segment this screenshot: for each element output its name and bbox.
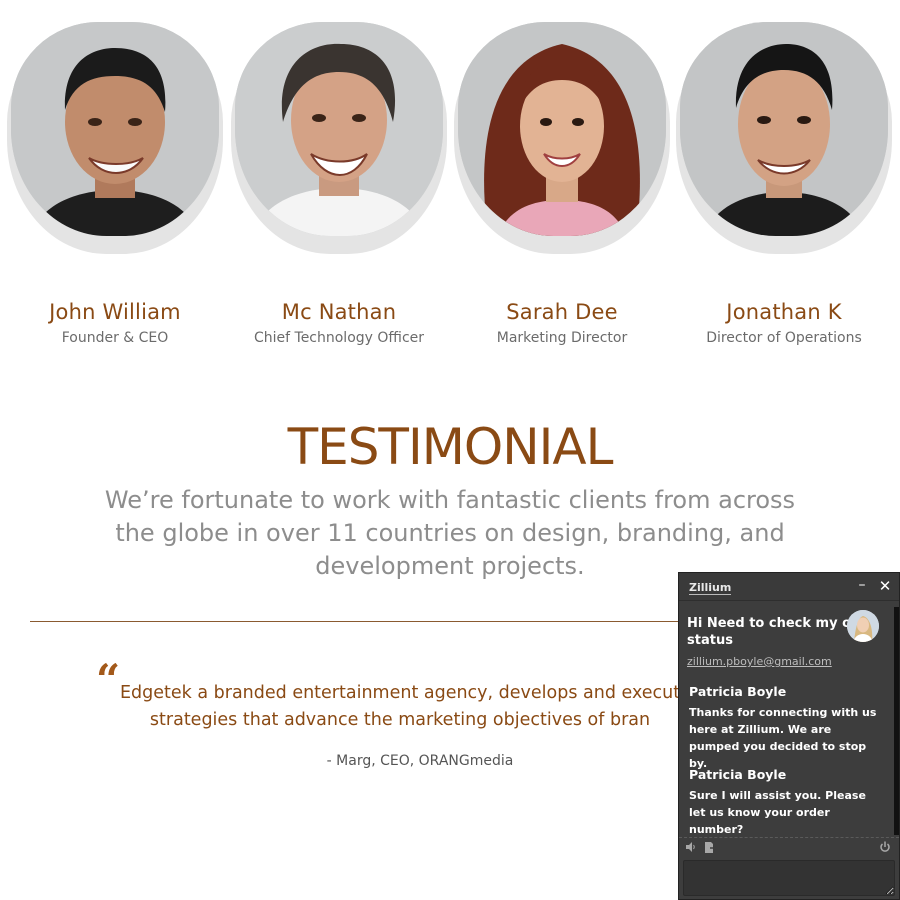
member-role: Director of Operations bbox=[706, 330, 862, 346]
minimize-icon[interactable]: – bbox=[855, 577, 869, 595]
chat-message-input[interactable] bbox=[683, 860, 895, 896]
chat-header[interactable]: Zillium – ✕ bbox=[679, 573, 899, 601]
chat-scrollbar[interactable] bbox=[894, 607, 899, 835]
person-photo-icon bbox=[235, 22, 443, 236]
agent-photo-icon bbox=[847, 610, 879, 642]
avatar bbox=[680, 22, 888, 236]
close-icon[interactable]: ✕ bbox=[877, 577, 893, 595]
chat-subject: status bbox=[687, 633, 733, 648]
quote-line: Edgetek a branded entertainment agency, … bbox=[120, 683, 680, 703]
team-member-nathan: Mc Nathan Chief Technology Officer bbox=[228, 20, 450, 346]
team-member-sarah: Sarah Dee Marketing Director bbox=[451, 20, 673, 346]
person-photo-icon bbox=[11, 22, 219, 236]
testimonial-quote: Edgetek a branded entertainment agency, … bbox=[120, 680, 680, 740]
member-role: Chief Technology Officer bbox=[253, 330, 425, 346]
quote-line: strategies that advance the marketing ob… bbox=[149, 710, 651, 730]
power-icon[interactable] bbox=[879, 841, 891, 857]
agent-avatar bbox=[847, 610, 879, 642]
avatar bbox=[11, 22, 219, 236]
person-photo-icon bbox=[680, 22, 888, 236]
testimonial-intro: We’re fortunate to work with fantastic c… bbox=[104, 486, 796, 580]
chat-divider bbox=[679, 837, 899, 838]
chat-transcript: Hi Need to check my orde status zillium.… bbox=[679, 602, 899, 838]
testimonial-title: TESTIMONIAL bbox=[287, 418, 614, 476]
portrait-frame bbox=[454, 20, 670, 256]
speaker-icon[interactable] bbox=[685, 841, 697, 857]
team-member-john: John William Founder & CEO bbox=[4, 20, 226, 346]
message-sender: Patricia Boyle bbox=[689, 767, 787, 782]
portrait-frame bbox=[676, 20, 892, 256]
chat-subject: Hi Need to check my orde bbox=[687, 616, 876, 631]
member-name: Sarah Dee bbox=[506, 300, 618, 324]
chat-widget: Zillium – ✕ Hi Need to check my orde sta… bbox=[678, 572, 900, 900]
avatar bbox=[235, 22, 443, 236]
member-role: Founder & CEO bbox=[61, 330, 169, 346]
portrait-frame bbox=[231, 20, 447, 256]
chat-email-link[interactable]: zillium.pboyle@gmail.com bbox=[687, 655, 832, 668]
member-role: Marketing Director bbox=[496, 330, 628, 346]
person-photo-icon bbox=[458, 22, 666, 236]
message-text: Sure I will assist you. Please let us kn… bbox=[689, 789, 866, 836]
team-member-jonathan: Jonathan K Director of Operations bbox=[673, 20, 895, 346]
team-section: John William Founder & CEO Mc Nathan Chi… bbox=[0, 0, 900, 346]
portrait-frame bbox=[7, 20, 223, 256]
quote-icon: “ bbox=[96, 655, 121, 704]
message-sender: Patricia Boyle bbox=[689, 684, 787, 699]
chat-toolbar bbox=[679, 839, 899, 859]
member-name: Mc Nathan bbox=[281, 300, 397, 324]
avatar bbox=[458, 22, 666, 236]
message-text: Thanks for connecting with us here at Zi… bbox=[689, 706, 877, 770]
member-name: Jonathan K bbox=[726, 300, 842, 324]
member-name: John William bbox=[49, 300, 181, 324]
chat-brand: Zillium bbox=[689, 581, 732, 595]
file-transfer-icon[interactable] bbox=[704, 841, 718, 858]
quote-author: - Marg, CEO, ORANGmedia bbox=[326, 753, 514, 769]
